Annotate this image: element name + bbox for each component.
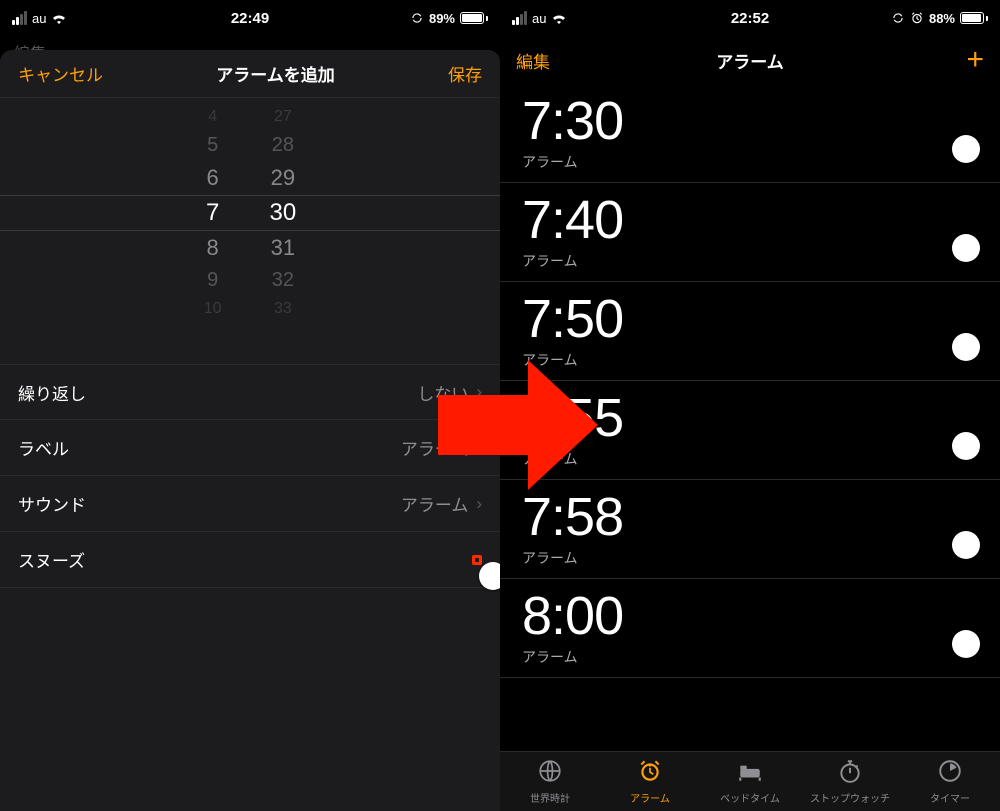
sound-label: サウンド xyxy=(18,491,86,516)
phone-add-alarm: au 22:49 89% 編集 キャンセル アラームを追加 保存 xyxy=(0,0,500,811)
alarm-sub-label: アラーム xyxy=(522,251,623,271)
picker-selection-lines xyxy=(0,195,500,231)
alarm-row[interactable]: 7:40 アラーム xyxy=(500,183,1000,282)
alarm-sub-label: アラーム xyxy=(522,152,623,172)
tab-label: ストップウォッチ xyxy=(810,790,890,805)
tab-label: アラーム xyxy=(630,790,670,805)
tab-alarm[interactable]: アラーム xyxy=(600,752,700,811)
alarm-settings: 繰り返し しない › ラベル アラーム › サウンド アラ xyxy=(0,364,500,588)
cancel-button[interactable]: キャンセル xyxy=(18,61,103,86)
alarm-row[interactable]: 8:00 アラーム xyxy=(500,579,1000,678)
alarm-sub-label: アラーム xyxy=(522,548,623,568)
nav-bar: 編集 アラーム + xyxy=(500,36,1000,84)
time-picker[interactable]: 4 5 6 7 8 9 10 27 28 29 30 31 32 xyxy=(0,98,500,328)
tab-bar: 世界時計 アラーム ベッドタイム ストップウォッチ タイマー xyxy=(500,751,1000,811)
repeat-row[interactable]: 繰り返し しない › xyxy=(0,364,500,420)
label-row[interactable]: ラベル アラーム › xyxy=(0,420,500,476)
snooze-row: スヌーズ xyxy=(0,532,500,588)
snooze-label: スヌーズ xyxy=(18,547,85,572)
status-bar: au 22:52 88% xyxy=(500,0,1000,36)
tab-world[interactable]: 世界時計 xyxy=(500,752,600,811)
tab-bedtime[interactable]: ベッドタイム xyxy=(700,752,800,811)
alarm-time: 7:30 xyxy=(522,94,623,148)
repeat-value: しない xyxy=(417,380,468,405)
tab-label: 世界時計 xyxy=(530,790,570,805)
status-time: 22:49 xyxy=(231,10,269,27)
bedtime-icon xyxy=(737,758,763,787)
chevron-right-icon: › xyxy=(476,494,482,514)
alarm-row[interactable]: 7:30 アラーム xyxy=(500,84,1000,183)
alarm-time: 8:00 xyxy=(522,589,623,643)
chevron-right-icon: › xyxy=(476,382,482,402)
sheet-title: アラームを追加 xyxy=(216,61,335,86)
alarm-sub-label: アラーム xyxy=(522,647,623,667)
tab-timer[interactable]: タイマー xyxy=(900,752,1000,811)
phone-alarm-list: au 22:52 88% 編集 アラーム + 7:30アラーム7:40アラーム7… xyxy=(500,0,1000,811)
tab-label: タイマー xyxy=(930,790,970,805)
add-alarm-sheet: キャンセル アラームを追加 保存 4 5 6 7 8 9 10 xyxy=(0,50,500,811)
sound-row[interactable]: サウンド アラーム › xyxy=(0,476,500,532)
nav-title: アラーム xyxy=(500,48,1000,73)
tab-stopwatch[interactable]: ストップウォッチ xyxy=(800,752,900,811)
alarm-time: 7:40 xyxy=(522,193,623,247)
alarm-sub-label: アラーム xyxy=(522,449,623,469)
status-time: 22:52 xyxy=(731,10,769,27)
save-button[interactable]: 保存 xyxy=(448,61,482,86)
chevron-right-icon: › xyxy=(476,438,482,458)
alarm-time: 7:55 xyxy=(522,391,623,445)
tab-label: ベッドタイム xyxy=(720,790,780,805)
alarm-row[interactable]: 7:58 アラーム xyxy=(500,480,1000,579)
alarm-icon xyxy=(637,758,663,787)
alarm-time: 7:58 xyxy=(522,490,623,544)
alarm-time: 7:50 xyxy=(522,292,623,346)
highlight-box xyxy=(472,555,482,565)
status-bar: au 22:49 89% xyxy=(0,0,500,36)
label-label: ラベル xyxy=(18,435,69,460)
timer-icon xyxy=(937,758,963,787)
alarm-sub-label: アラーム xyxy=(522,350,623,370)
alarm-row[interactable]: 7:55 アラーム xyxy=(500,381,1000,480)
sound-value: アラーム xyxy=(401,491,469,516)
world-icon xyxy=(537,758,563,787)
alarm-list[interactable]: 7:30 アラーム 7:40 アラーム 7:50 アラーム 7:55 アラーム 7:58 アラーム… xyxy=(500,84,1000,751)
repeat-label: 繰り返し xyxy=(18,380,86,405)
label-value: アラーム xyxy=(401,435,469,460)
alarm-row[interactable]: 7:50 アラーム xyxy=(500,282,1000,381)
stopwatch-icon xyxy=(837,758,863,787)
